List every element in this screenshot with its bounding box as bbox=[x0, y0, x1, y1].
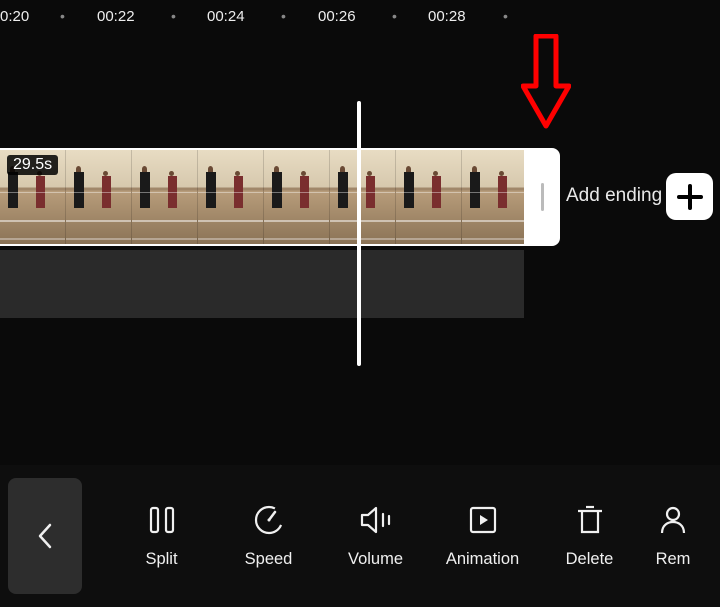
back-button[interactable] bbox=[8, 478, 82, 594]
person-icon bbox=[657, 504, 689, 536]
toolbar: Split Speed Volume Animation bbox=[0, 465, 720, 607]
audio-track[interactable] bbox=[0, 250, 524, 318]
plus-icon bbox=[676, 183, 704, 211]
tool-label: Rem bbox=[656, 550, 691, 569]
tool-label: Animation bbox=[446, 550, 519, 569]
chevron-left-icon bbox=[35, 522, 55, 550]
add-ending-button[interactable] bbox=[666, 173, 713, 220]
ruler-tick: 00:22 bbox=[97, 8, 135, 25]
playhead[interactable] bbox=[357, 101, 361, 366]
tool-label: Volume bbox=[348, 550, 403, 569]
volume-button[interactable]: Volume bbox=[322, 504, 429, 569]
delete-button[interactable]: Delete bbox=[536, 504, 643, 569]
ruler-dot: • bbox=[281, 8, 286, 24]
ruler-tick: 00:26 bbox=[318, 8, 356, 25]
volume-icon bbox=[360, 504, 392, 536]
tool-label: Speed bbox=[245, 550, 293, 569]
speed-button[interactable]: Speed bbox=[215, 504, 322, 569]
ruler-dot: • bbox=[60, 8, 65, 24]
split-button[interactable]: Split bbox=[108, 504, 215, 569]
video-clip[interactable] bbox=[0, 148, 524, 246]
split-icon bbox=[146, 504, 178, 536]
speed-icon bbox=[253, 504, 285, 536]
clip-trim-handle-right[interactable] bbox=[524, 148, 560, 246]
ruler-dot: • bbox=[171, 8, 176, 24]
animation-icon bbox=[467, 504, 499, 536]
ruler-dot: • bbox=[503, 8, 508, 24]
time-ruler[interactable]: 0:20 • 00:22 • 00:24 • 00:26 • 00:28 • bbox=[0, 0, 720, 30]
tool-label: Delete bbox=[566, 550, 614, 569]
delete-icon bbox=[574, 504, 606, 536]
animation-button[interactable]: Animation bbox=[429, 504, 536, 569]
ruler-tick: 00:28 bbox=[428, 8, 466, 25]
clip-duration-badge: 29.5s bbox=[7, 155, 58, 175]
ruler-tick: 00:24 bbox=[207, 8, 245, 25]
tool-label: Split bbox=[145, 550, 177, 569]
add-ending-label: Add ending bbox=[566, 185, 662, 207]
annotation-arrow-icon bbox=[521, 34, 571, 130]
ruler-tick: 0:20 bbox=[0, 8, 29, 25]
remove-background-button[interactable]: Rem bbox=[643, 504, 703, 569]
ruler-dot: • bbox=[392, 8, 397, 24]
editor-root: 0:20 • 00:22 • 00:24 • 00:26 • 00:28 • 2… bbox=[0, 0, 720, 607]
